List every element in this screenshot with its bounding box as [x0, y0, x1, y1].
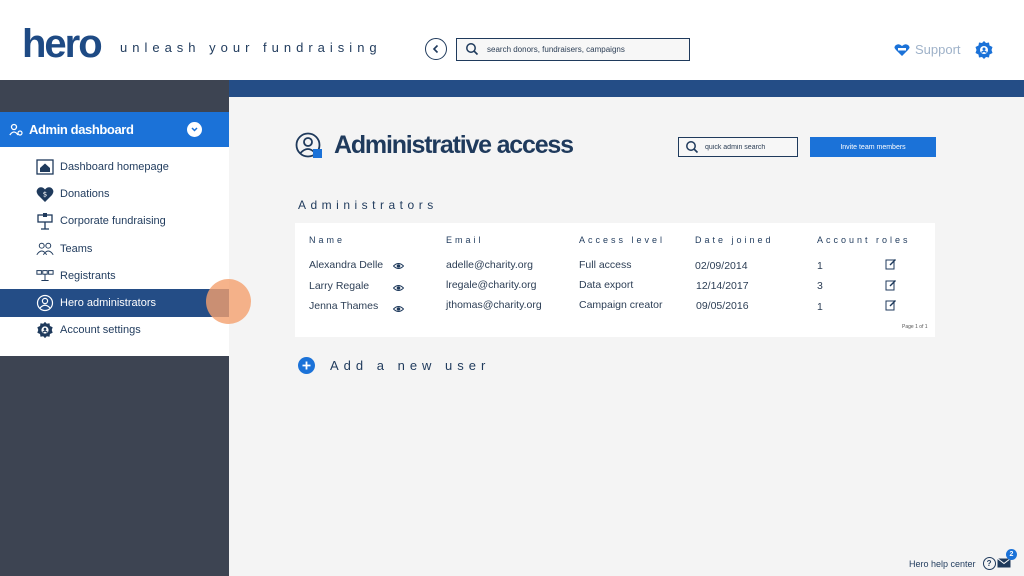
gear-icon — [975, 41, 993, 59]
sidebar-item-hero-administrators[interactable]: Hero administrators — [0, 289, 229, 317]
messages-button[interactable]: 2 — [997, 549, 1017, 572]
cell-name[interactable]: Larry Regale — [309, 280, 369, 292]
plus-icon — [298, 357, 315, 374]
cell-account-roles: 1 — [817, 301, 823, 313]
admin-search[interactable] — [678, 137, 798, 157]
sidebar-nav: Dashboard homepage $ Donations Corporate… — [0, 153, 229, 344]
home-icon — [36, 158, 54, 176]
sidebar-item-label: Registrants — [60, 269, 116, 282]
chevron-left-icon — [432, 44, 439, 54]
sidebar-item-label: Account settings — [60, 324, 141, 337]
admin-icon — [36, 294, 54, 312]
support-icon — [894, 43, 910, 56]
search-icon — [466, 43, 479, 56]
support-link[interactable]: Support — [893, 42, 961, 57]
help-center-label: Hero help center — [909, 558, 976, 569]
global-search[interactable] — [456, 38, 690, 61]
sidebar-title: Admin dashboard — [29, 122, 134, 137]
administrators-table: Name Email Access level Date joined Acco… — [295, 223, 935, 337]
cell-email[interactable]: adelle@charity.org — [446, 259, 533, 271]
cell-name[interactable]: Alexandra Delle — [309, 259, 383, 271]
svg-text:$: $ — [43, 190, 47, 198]
cell-access-level: Data export — [579, 279, 634, 291]
header-band-left — [0, 80, 229, 112]
pager-text: Page 1 of 1 — [902, 324, 928, 330]
sidebar-item-label: Corporate fundraising — [60, 215, 166, 228]
corporate-icon — [36, 212, 54, 230]
admin-access-icon — [295, 132, 323, 164]
edit-icon[interactable] — [885, 299, 897, 311]
mail-count-badge: 2 — [1006, 549, 1017, 560]
eye-icon[interactable] — [393, 262, 404, 270]
admin-dashboard-toggle[interactable]: Admin dashboard — [0, 112, 229, 147]
sidebar: Admin dashboard Dashboard homepage $ Don… — [0, 112, 229, 576]
edit-icon[interactable] — [885, 279, 897, 291]
cell-email[interactable]: jthomas@charity.org — [446, 299, 542, 311]
add-new-user-label: Add a new user — [330, 358, 491, 373]
question-icon: ? — [982, 557, 996, 570]
edit-icon[interactable] — [885, 258, 897, 270]
sidebar-item-label: Hero administrators — [60, 297, 156, 310]
sidebar-item-donations[interactable]: $ Donations — [0, 180, 229, 207]
back-button[interactable] — [425, 38, 447, 60]
cell-account-roles: 3 — [817, 280, 823, 292]
cell-date-joined: 12/14/2017 — [696, 280, 749, 292]
sidebar-item-label: Teams — [60, 242, 93, 255]
eye-icon[interactable] — [393, 305, 404, 313]
search-icon — [686, 141, 699, 154]
column-header-name[interactable]: Name — [309, 235, 345, 245]
team-icon — [36, 240, 54, 258]
sidebar-item-corporate-fundraising[interactable]: Corporate fundraising — [0, 208, 229, 235]
invite-team-members-button[interactable]: Invite team members — [810, 137, 936, 157]
sidebar-item-registrants[interactable]: Registrants — [0, 262, 229, 289]
eye-icon[interactable] — [393, 284, 404, 292]
cell-access-level: Full access — [579, 259, 632, 271]
add-new-user-button[interactable]: Add a new user — [298, 357, 490, 374]
support-label: Support — [915, 42, 961, 57]
settings-button[interactable] — [974, 40, 994, 64]
global-search-input[interactable] — [487, 42, 682, 57]
column-header-access-level[interactable]: Access level — [579, 235, 665, 245]
sidebar-item-account-settings[interactable]: Account settings — [0, 317, 229, 344]
cell-date-joined: 02/09/2014 — [695, 260, 748, 272]
cell-email[interactable]: lregale@charity.org — [446, 279, 536, 291]
tagline: unleash your fundraising — [120, 40, 382, 55]
column-header-account-roles[interactable]: Account roles — [817, 235, 911, 245]
registrants-icon — [36, 267, 54, 285]
hero-logo[interactable]: hero — [22, 22, 103, 66]
cell-date-joined: 09/05/2016 — [696, 300, 749, 312]
column-header-date-joined[interactable]: Date joined — [695, 235, 774, 245]
sidebar-item-teams[interactable]: Teams — [0, 235, 229, 262]
heart-dollar-icon: $ — [36, 185, 54, 203]
sidebar-item-dashboard-homepage[interactable]: Dashboard homepage — [0, 153, 229, 180]
click-indicator — [206, 279, 251, 324]
cell-name[interactable]: Jenna Thames — [309, 300, 378, 312]
section-title: Administrators — [298, 198, 438, 212]
gear-icon — [36, 321, 54, 339]
page-title: Administrative access — [334, 131, 574, 159]
chevron-down-icon[interactable] — [187, 122, 202, 137]
help-center-link[interactable]: Hero help center ? — [909, 557, 996, 570]
admin-users-icon — [9, 123, 23, 136]
cell-account-roles: 1 — [817, 260, 823, 272]
sidebar-panel: Admin dashboard Dashboard homepage $ Don… — [0, 112, 229, 356]
sidebar-item-label: Donations — [60, 187, 110, 200]
cell-access-level: Campaign creator — [579, 299, 663, 311]
column-header-email[interactable]: Email — [446, 235, 484, 245]
admin-search-input[interactable] — [705, 141, 793, 153]
top-header: hero unleash your fundraising Support — [0, 0, 1024, 80]
sidebar-item-label: Dashboard homepage — [60, 160, 169, 173]
